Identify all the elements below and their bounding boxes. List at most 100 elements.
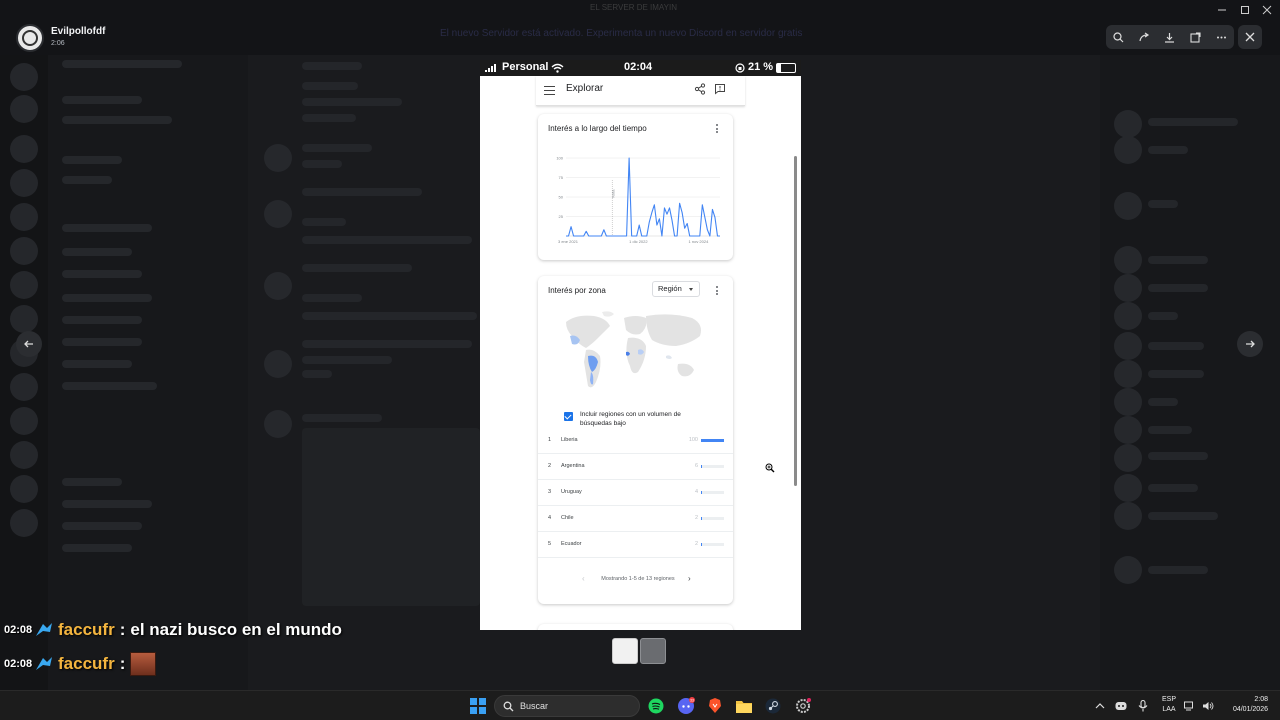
thumbnail[interactable] xyxy=(640,638,666,664)
zoom-icon[interactable] xyxy=(1111,29,1127,45)
server-icon[interactable] xyxy=(10,237,38,265)
more-vert-icon[interactable] xyxy=(716,286,719,297)
channel-item[interactable] xyxy=(62,544,132,552)
channel-item[interactable] xyxy=(62,176,112,184)
avatar[interactable] xyxy=(264,410,292,438)
server-icon[interactable] xyxy=(10,135,38,163)
channel-item[interactable] xyxy=(62,270,142,278)
chevron-up-icon[interactable] xyxy=(1090,696,1110,716)
input-language[interactable]: ESP LAA xyxy=(1160,695,1178,715)
system-clock[interactable]: 2:08 04/01/2026 xyxy=(1222,695,1268,715)
low-volume-checkbox[interactable] xyxy=(564,412,573,421)
open-external-icon[interactable] xyxy=(1188,29,1204,45)
avatar[interactable] xyxy=(264,272,292,300)
avatar[interactable] xyxy=(264,144,292,172)
close-viewer-button[interactable] xyxy=(1238,25,1262,49)
feedback-icon[interactable] xyxy=(714,83,726,95)
thumbnail-current[interactable] xyxy=(612,638,638,664)
server-icon[interactable] xyxy=(10,373,38,401)
channel-item[interactable] xyxy=(62,338,142,346)
avatar[interactable] xyxy=(1114,246,1142,274)
phone-screenshot[interactable]: Personal 02:04 21 % Explorar Interés a l… xyxy=(480,60,801,630)
server-icon[interactable] xyxy=(10,475,38,503)
avatar[interactable] xyxy=(1114,302,1142,330)
close-window-icon[interactable] xyxy=(1259,3,1275,17)
download-icon[interactable] xyxy=(1162,29,1178,45)
settings-app-icon[interactable] xyxy=(793,696,813,716)
channel-item[interactable] xyxy=(62,96,142,104)
file-explorer-icon[interactable] xyxy=(734,696,754,716)
scrollbar[interactable] xyxy=(794,156,797,486)
avatar[interactable] xyxy=(1114,136,1142,164)
more-options-icon[interactable] xyxy=(1213,29,1229,45)
volume-icon[interactable] xyxy=(1198,696,1218,716)
channel-item[interactable] xyxy=(62,360,132,368)
channel-item[interactable] xyxy=(62,248,132,256)
avatar[interactable] xyxy=(1114,474,1142,502)
server-icon[interactable] xyxy=(10,203,38,231)
channel-item[interactable] xyxy=(62,522,142,530)
poster-name[interactable]: Evilpollofdf xyxy=(51,26,105,37)
region-row[interactable]: 5 Ecuador 2 xyxy=(538,532,733,558)
region-row[interactable]: 4 Chile 2 xyxy=(538,506,733,532)
server-icon[interactable] xyxy=(10,95,38,123)
discord-icon[interactable]: 33 xyxy=(676,696,696,716)
channel-item[interactable] xyxy=(62,500,152,508)
server-icon[interactable] xyxy=(10,271,38,299)
channel-item[interactable] xyxy=(62,316,142,324)
channel-item[interactable] xyxy=(62,116,172,124)
spotify-icon[interactable] xyxy=(646,696,666,716)
channel-item[interactable] xyxy=(62,382,157,390)
region-row[interactable]: 2 Argentina 6 xyxy=(538,454,733,480)
channel-item[interactable] xyxy=(62,224,152,232)
interest-line-chart[interactable]: 100 75 50 25 Nota 3 ene 2021 1 dic 2022 1 nov 2… xyxy=(550,152,725,250)
forward-icon[interactable] xyxy=(1136,29,1152,45)
minimize-icon[interactable] xyxy=(1214,3,1230,17)
server-icon[interactable] xyxy=(10,407,38,435)
avatar[interactable] xyxy=(1114,192,1142,220)
channel-item[interactable] xyxy=(62,60,182,68)
avatar[interactable] xyxy=(264,200,292,228)
avatar[interactable] xyxy=(1114,274,1142,302)
avatar[interactable] xyxy=(1114,556,1142,584)
microphone-icon[interactable] xyxy=(1133,696,1153,716)
steam-icon[interactable] xyxy=(763,696,783,716)
avatar[interactable] xyxy=(1114,332,1142,360)
avatar[interactable] xyxy=(1114,110,1142,138)
windows-start-icon[interactable] xyxy=(470,698,486,714)
world-map[interactable] xyxy=(558,310,713,400)
region-row[interactable]: 1 Liberia 100 xyxy=(538,428,733,454)
region-name: Chile xyxy=(561,515,574,521)
more-vert-icon[interactable] xyxy=(716,124,719,135)
channel-item[interactable] xyxy=(62,478,122,486)
taskbar-search[interactable]: Buscar xyxy=(494,695,640,717)
poster-avatar[interactable] xyxy=(16,24,44,52)
brave-icon[interactable] xyxy=(705,696,725,716)
avatar[interactable] xyxy=(1114,360,1142,388)
channel-item[interactable] xyxy=(62,294,152,302)
server-icon[interactable] xyxy=(10,169,38,197)
chevron-right-icon[interactable]: › xyxy=(688,574,691,583)
maximize-icon[interactable] xyxy=(1237,3,1253,17)
image-embed[interactable] xyxy=(302,428,480,606)
avatar[interactable] xyxy=(1114,416,1142,444)
avatar[interactable] xyxy=(1114,444,1142,472)
previous-image-button[interactable] xyxy=(16,331,42,357)
next-image-button[interactable] xyxy=(1237,331,1263,357)
channel-item[interactable] xyxy=(62,156,122,164)
region-row[interactable]: 3 Uruguay 4 xyxy=(538,480,733,506)
avatar[interactable] xyxy=(1114,388,1142,416)
share-icon[interactable] xyxy=(694,83,706,95)
x-tick-label: 1 nov 2024 xyxy=(689,239,710,244)
server-icon[interactable] xyxy=(10,509,38,537)
server-icon[interactable] xyxy=(10,441,38,469)
avatar[interactable] xyxy=(1114,502,1142,530)
avatar[interactable] xyxy=(264,350,292,378)
server-icon[interactable] xyxy=(10,63,38,91)
discord-tray-icon[interactable] xyxy=(1111,696,1131,716)
region-dropdown[interactable]: Región xyxy=(652,281,700,297)
menu-icon[interactable] xyxy=(544,86,555,95)
server-icon[interactable] xyxy=(10,305,38,333)
page-title: Explorar xyxy=(566,83,604,94)
network-icon[interactable] xyxy=(1180,696,1200,716)
